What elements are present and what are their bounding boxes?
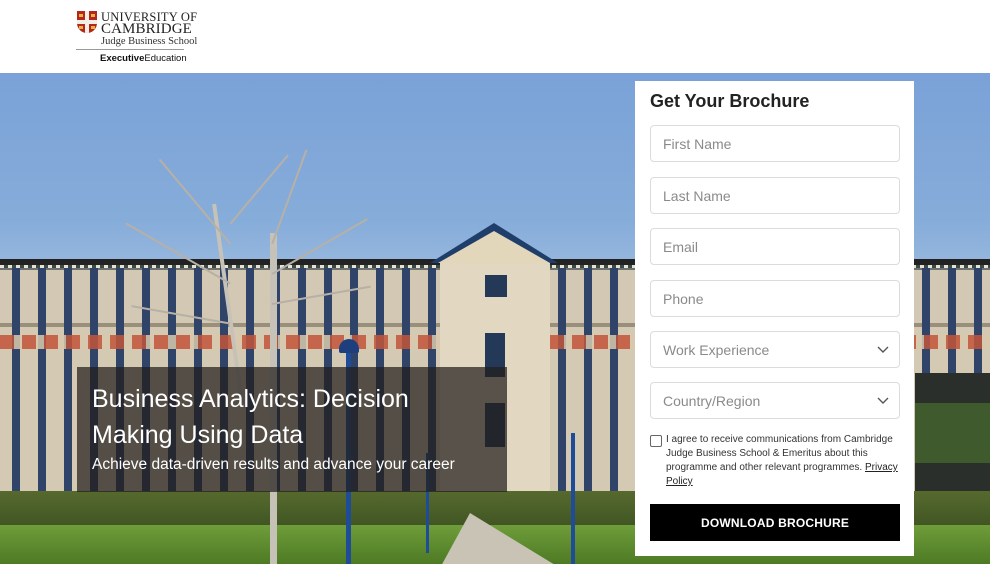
site-header: UNIVERSITY OF CAMBRIDGE Judge Business S… <box>0 0 990 73</box>
country-region-selected: Country/Region <box>663 393 761 409</box>
work-experience-selected: Work Experience <box>663 342 770 358</box>
crest-icon <box>77 11 97 33</box>
work-experience-select[interactable]: Work Experience <box>650 331 900 368</box>
chevron-down-icon <box>877 397 889 404</box>
country-region-select[interactable]: Country/Region <box>650 382 900 419</box>
programme-subtitle: Achieve data-driven results and advance … <box>92 456 455 473</box>
consent-text: I agree to receive communications from C… <box>666 434 898 487</box>
chevron-down-icon <box>877 346 889 353</box>
brochure-form: Get Your Brochure Work Experience Countr… <box>635 81 914 556</box>
last-name-input[interactable] <box>650 177 900 214</box>
logo-executive-education: ExecutiveEducation <box>100 53 187 64</box>
form-title: Get Your Brochure <box>650 91 810 111</box>
cambridge-judge-logo[interactable]: UNIVERSITY OF CAMBRIDGE Judge Business S… <box>76 10 197 66</box>
phone-input[interactable] <box>650 280 900 317</box>
footpath <box>440 513 560 564</box>
download-brochure-button[interactable]: DOWNLOAD BROCHURE <box>650 504 900 541</box>
street-lamp <box>571 433 575 564</box>
consent-checkbox[interactable] <box>650 435 662 447</box>
logo-school-name: Judge Business School <box>101 36 198 47</box>
logo-divider <box>76 49 184 50</box>
hero-caption: Business Analytics: Decision Making Usin… <box>77 367 507 492</box>
programme-title: Business Analytics: Decision Making Usin… <box>92 385 409 449</box>
first-name-input[interactable] <box>650 125 900 162</box>
email-input[interactable] <box>650 228 900 265</box>
